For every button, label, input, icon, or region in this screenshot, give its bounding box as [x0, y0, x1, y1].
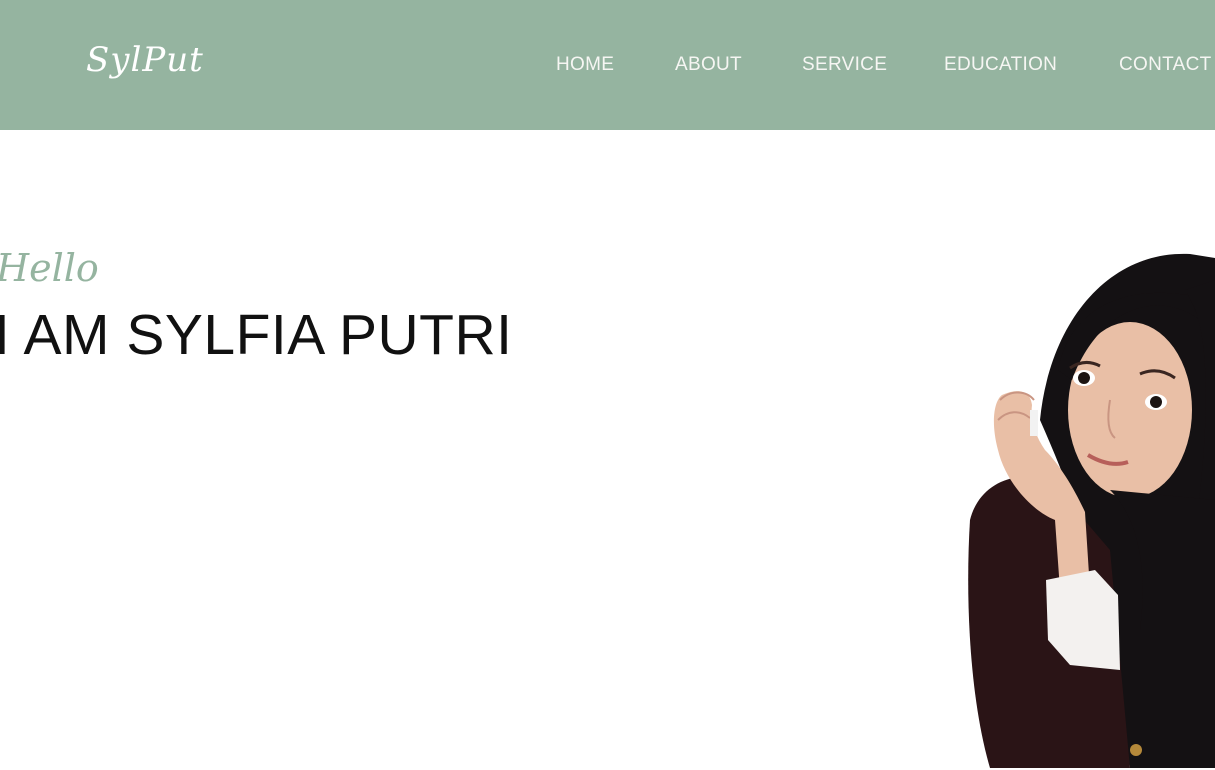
nav-link-contact[interactable]: CONTACT	[1119, 53, 1212, 77]
navbar: SylPut HOME ABOUT SERVICE EDUCATION CONT…	[0, 0, 1215, 130]
nav-links: HOME ABOUT SERVICE EDUCATION CONTACT	[0, 0, 1215, 130]
profile-photo	[960, 250, 1215, 768]
nav-link-education[interactable]: EDUCATION	[944, 53, 1057, 77]
nav-link-service[interactable]: SERVICE	[802, 53, 887, 77]
hero-title: I AM SYLFIA PUTRI	[0, 303, 513, 367]
hero-greeting: Hello	[0, 246, 99, 290]
nav-link-home[interactable]: HOME	[556, 53, 614, 77]
profile-photo-illustration	[968, 253, 1215, 768]
nav-link-about[interactable]: ABOUT	[675, 53, 742, 77]
